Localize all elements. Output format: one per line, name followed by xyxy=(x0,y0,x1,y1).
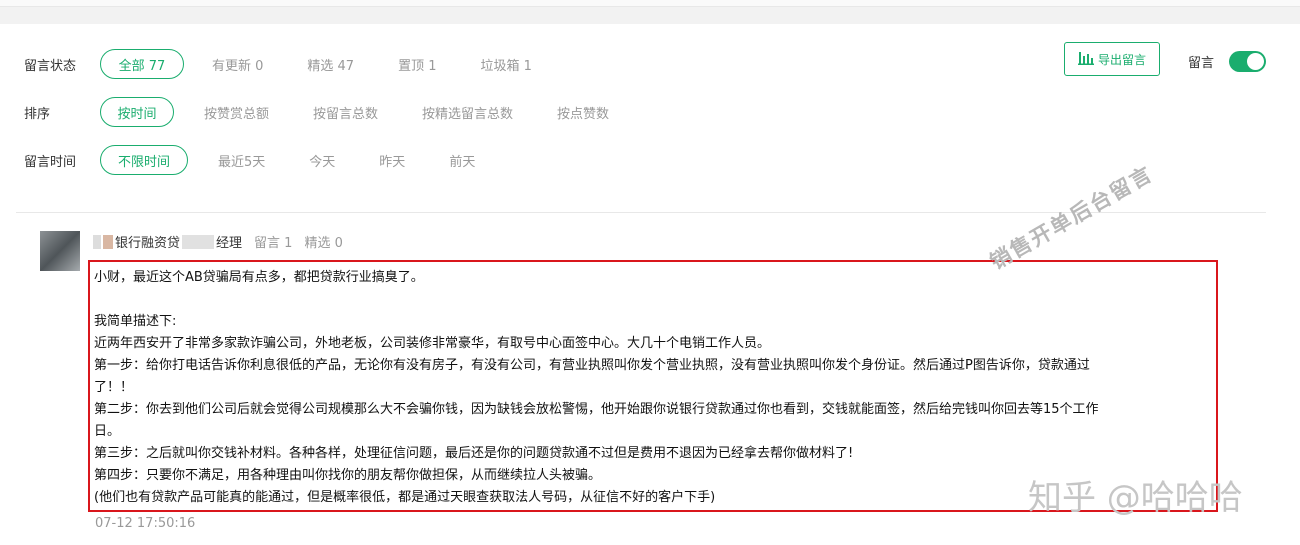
time-filter-all[interactable]: 不限时间 xyxy=(100,145,188,175)
comment-line: 第四步：只要你不满足，用各种理由叫你找你的朋友帮你做担保，从而继续拉人头被骗。 xyxy=(94,468,602,483)
comments-toggle-label: 留言 xyxy=(1188,56,1215,71)
time-filter-yesterday[interactable]: 昨天 xyxy=(379,151,405,170)
sort-by-comments[interactable]: 按留言总数 xyxy=(313,103,378,122)
author-name-visible: 银行融资贷 xyxy=(115,236,181,251)
status-filter-row: 留言状态 全部 77 有更新 0 精选 47 置顶 1 垃圾箱 1 xyxy=(24,47,532,81)
status-filter-updated[interactable]: 有更新 0 xyxy=(212,55,263,74)
sort-by-featured[interactable]: 按精选留言总数 xyxy=(422,103,513,122)
export-comments-label: 导出留言 xyxy=(1097,52,1146,67)
sort-filter-row: 排序 按时间 按赞赏总额 按留言总数 按精选留言总数 按点赞数 xyxy=(24,95,609,129)
comments-toggle[interactable] xyxy=(1229,51,1266,72)
redacted-block xyxy=(103,234,113,249)
sort-filter-label: 排序 xyxy=(24,106,51,122)
comment-line: 了！！ xyxy=(94,380,134,395)
avatar[interactable] xyxy=(40,231,80,271)
top-strip xyxy=(0,0,1300,25)
time-filter-label: 留言时间 xyxy=(24,154,77,170)
comment-line: 我简单描述下: xyxy=(94,314,177,329)
author-comment-count: 留言 1 xyxy=(254,236,293,251)
time-filter-row: 留言时间 不限时间 最近5天 今天 昨天 前天 xyxy=(24,143,475,177)
status-filter-pinned[interactable]: 置顶 1 xyxy=(398,55,436,74)
comment-line: 近两年西安开了非常多家款诈骗公司，外地老板，公司装修非常豪华，有取号中心面签中心… xyxy=(94,336,771,351)
author-name-suffix: 经理 xyxy=(216,236,243,251)
redacted-block xyxy=(93,234,101,249)
time-filter-5days[interactable]: 最近5天 xyxy=(218,151,265,170)
comment-line: 小财，最近这个AB贷骗局有点多，都把贷款行业搞臭了。 xyxy=(94,270,424,285)
sort-by-likes[interactable]: 按点赞数 xyxy=(557,103,609,122)
author-featured-count: 精选 0 xyxy=(304,236,343,251)
status-filter-featured[interactable]: 精选 47 xyxy=(307,55,354,74)
time-filter-day-before[interactable]: 前天 xyxy=(449,151,475,170)
bar-chart-icon xyxy=(1077,51,1094,68)
time-filter-today[interactable]: 今天 xyxy=(309,151,335,170)
status-filter-label: 留言状态 xyxy=(24,58,77,74)
comment-line: 第二步：你去到他们公司后就会觉得公司规模那么大不会骗你钱，因为缺钱会放松警惕，他… xyxy=(94,402,1099,417)
comment-line: (他们也有贷款产品可能真的能通过，但是概率很低，都是通过天眼查获取法人号码，从征… xyxy=(94,490,716,505)
sort-by-tips[interactable]: 按赞赏总额 xyxy=(204,103,269,122)
comment-timestamp: 07-12 17:50:16 xyxy=(95,516,196,531)
comment-line: 第一步：给你打电话告诉你利息很低的产品，无论你有没有房子，有没有公司，有营业执照… xyxy=(94,358,1090,373)
status-filter-trash[interactable]: 垃圾箱 1 xyxy=(481,55,532,74)
toggle-knob xyxy=(1247,53,1264,70)
redacted-block xyxy=(182,234,215,249)
top-divider xyxy=(0,0,1300,7)
sort-by-time[interactable]: 按时间 xyxy=(100,97,174,127)
comment-author-line: 银行融资贷 经理 留言 1 精选 0 xyxy=(93,232,343,251)
comment-line: 第三步：之后就叫你交钱补材料。各种各样，处理征信问题，最后还是你的问题贷款通不过… xyxy=(94,446,854,461)
status-filter-all[interactable]: 全部 77 xyxy=(100,49,184,79)
comment-line: 日。 xyxy=(94,424,121,439)
export-comments-button[interactable]: 导出留言 xyxy=(1064,42,1160,76)
zhihu-watermark: 知乎 @哈哈哈 xyxy=(1028,478,1243,518)
